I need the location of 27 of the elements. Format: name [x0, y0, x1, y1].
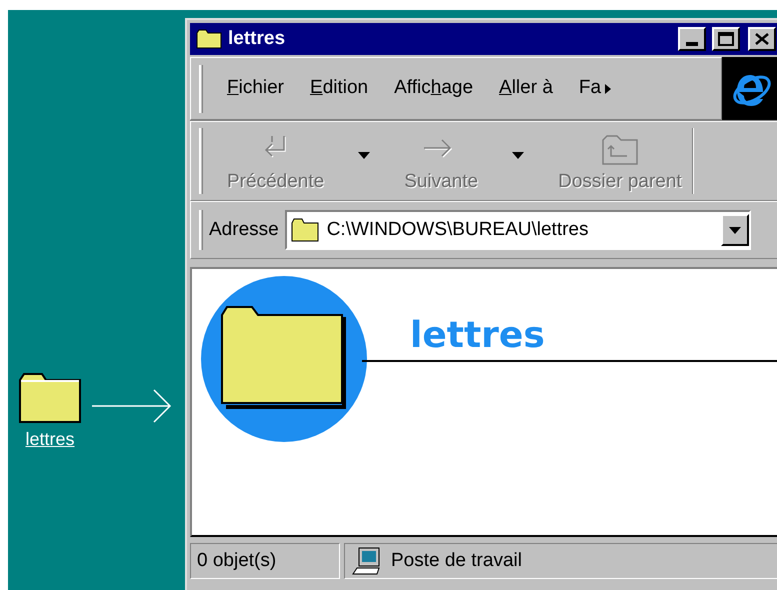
folder-icon: [290, 218, 319, 242]
close-button[interactable]: [748, 27, 776, 51]
menu-item[interactable]: Aller à: [499, 74, 553, 103]
caret-icon: [728, 226, 741, 234]
folder-label[interactable]: lettres: [25, 430, 75, 448]
window-title: lettres: [228, 26, 286, 51]
menu-item[interactable]: Affichage: [394, 74, 474, 103]
folder-icon[interactable]: [18, 372, 82, 424]
folder-badge-icon: [200, 275, 368, 443]
address-label: Adresse: [209, 218, 279, 242]
folder-heading: lettres: [410, 314, 545, 358]
menu-item[interactable]: Edition: [310, 74, 368, 103]
folder-icon: [196, 29, 222, 49]
maximize-icon: [718, 32, 734, 46]
menu-item[interactable]: Fichier: [227, 74, 284, 103]
status-text: 0 objet(s): [197, 548, 276, 573]
close-icon: [755, 33, 769, 45]
minimize-icon: [686, 42, 698, 46]
menu-item[interactable]: Fa: [578, 74, 602, 103]
status-text: Poste de travail: [391, 548, 522, 573]
address-value: C:\WINDOWS\BUREAU\lettres: [326, 218, 590, 242]
minimize-button[interactable]: [678, 27, 706, 51]
dropdown-button[interactable]: [720, 214, 749, 246]
more-icon[interactable]: [605, 84, 612, 94]
address-field[interactable]: C:\WINDOWS\BUREAU\lettres: [284, 210, 751, 250]
arrow-icon: [92, 388, 172, 424]
maximize-button[interactable]: [712, 27, 740, 51]
